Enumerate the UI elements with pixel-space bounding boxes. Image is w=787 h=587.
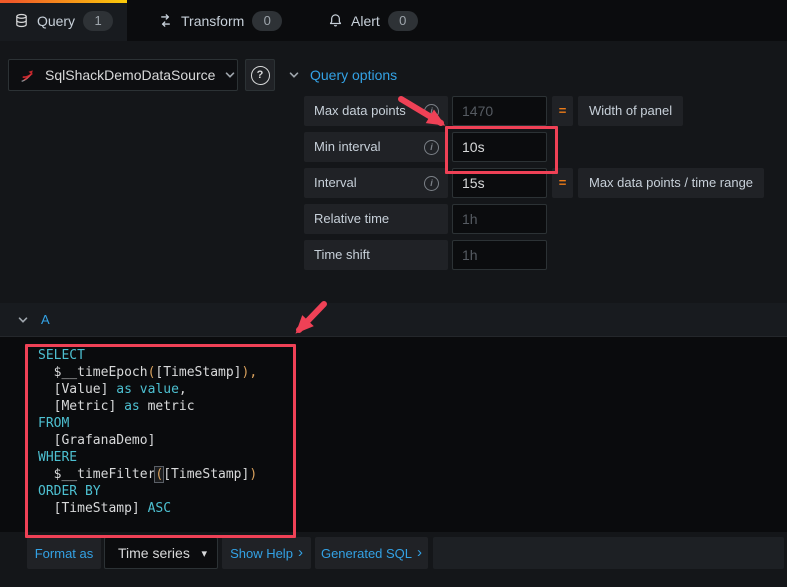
transform-icon xyxy=(158,13,173,28)
sql-code[interactable]: SELECT $__timeEpoch([TimeStamp]), [Value… xyxy=(38,347,257,517)
query-option-row-max-data-points: Max data pointsi =Width of panel xyxy=(0,96,787,126)
datasource-picker[interactable]: SqlShackDemoDataSource xyxy=(8,59,238,91)
equals-sign: = xyxy=(552,168,573,198)
tab-transform[interactable]: Transform 0 xyxy=(158,0,283,41)
tab-count-badge: 0 xyxy=(387,10,418,31)
info-icon: i xyxy=(424,104,439,119)
chevron-down-icon xyxy=(288,69,300,81)
option-label: Relative time xyxy=(304,204,448,234)
footer-empty-area xyxy=(433,537,784,569)
option-input-min-interval[interactable] xyxy=(452,132,547,162)
option-input-time-shift[interactable] xyxy=(452,240,547,270)
query-options-header[interactable]: Query options xyxy=(288,59,397,91)
chevron-down-icon xyxy=(17,314,29,326)
tab-query[interactable]: Query 1 xyxy=(0,0,127,41)
help-button[interactable]: ? xyxy=(245,59,275,91)
help-circle-icon: ? xyxy=(250,65,270,85)
chevron-right-icon: › xyxy=(297,543,303,561)
query-option-row-relative-time: Relative time xyxy=(0,204,787,234)
query-options-title: Query options xyxy=(310,67,398,83)
chevron-down-icon xyxy=(224,69,236,81)
sql-editor[interactable]: SELECT $__timeEpoch([TimeStamp]), [Value… xyxy=(0,336,787,532)
sqlserver-icon xyxy=(19,67,36,84)
tab-alert[interactable]: Alert 0 xyxy=(328,0,418,41)
option-note: Width of panel xyxy=(578,96,684,126)
generated-sql-button[interactable]: Generated SQL › xyxy=(315,537,428,569)
option-input-relative-time[interactable] xyxy=(452,204,547,234)
tab-label: Alert xyxy=(351,12,380,29)
show-help-button[interactable]: Show Help › xyxy=(222,537,311,569)
grafana-query-editor: Query 1 Transform 0 Alert 0 SqlShackDemo… xyxy=(0,0,787,587)
option-input-interval[interactable] xyxy=(452,168,547,198)
datasource-name: SqlShackDemoDataSource xyxy=(45,67,216,83)
tab-label: Query xyxy=(36,12,76,29)
equals-sign: = xyxy=(552,96,573,126)
editor-tab-bar: Query 1 Transform 0 Alert 0 xyxy=(0,0,787,41)
info-icon: i xyxy=(424,140,439,155)
tab-count-badge: 1 xyxy=(83,10,114,31)
option-note: Max data points / time range xyxy=(578,168,765,198)
format-as-value: Time series xyxy=(118,545,190,561)
query-option-row-time-shift: Time shift xyxy=(0,240,787,270)
option-input-max-data-points[interactable] xyxy=(452,96,547,126)
format-as-label: Format as xyxy=(27,537,101,569)
caret-down-icon: ▾ xyxy=(201,547,207,560)
query-option-row-min-interval: Min interval i xyxy=(0,132,787,162)
bell-icon xyxy=(328,13,343,28)
generated-sql-label: Generated SQL xyxy=(320,545,413,561)
chevron-right-icon: › xyxy=(417,543,423,561)
option-label: Max data points i xyxy=(304,96,448,126)
query-option-row-interval: Intervali =Max data points / time range xyxy=(0,168,787,198)
show-help-label: Show Help xyxy=(230,545,293,561)
database-icon xyxy=(14,13,29,28)
query-row-a[interactable]: A xyxy=(0,303,787,336)
option-label: Time shift xyxy=(304,240,448,270)
option-label: Interval i xyxy=(304,168,448,198)
option-label: Min interval i xyxy=(304,132,448,162)
tab-label: Transform xyxy=(181,12,245,29)
format-as-dropdown[interactable]: Time series ▾ xyxy=(104,537,218,569)
tab-count-badge: 0 xyxy=(252,10,283,31)
info-icon: i xyxy=(424,176,439,191)
query-ref-id: A xyxy=(41,312,50,327)
